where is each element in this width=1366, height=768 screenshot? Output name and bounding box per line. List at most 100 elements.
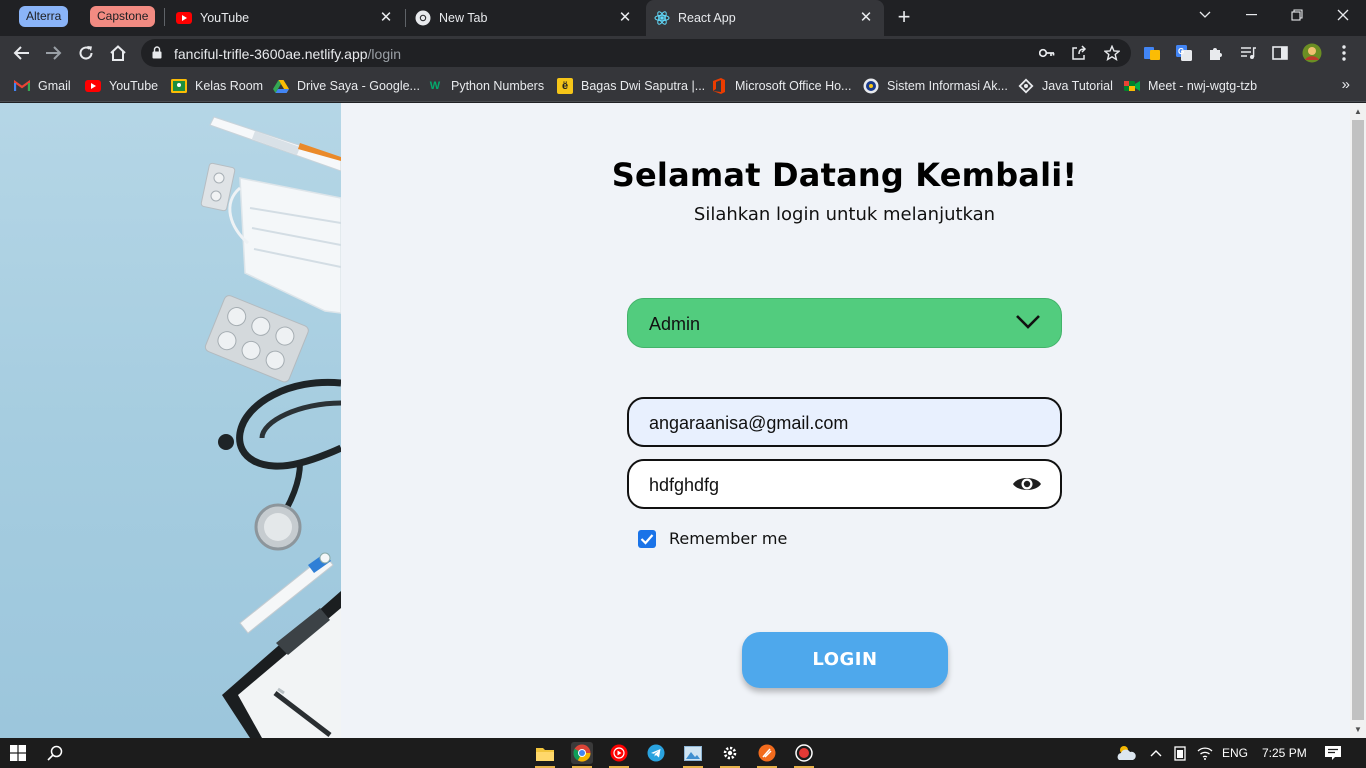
bookmark-office[interactable]: Microsoft Office Ho... — [711, 77, 851, 95]
url-text[interactable]: fanciful-trifle-3600ae.netlify.app/login — [174, 46, 401, 62]
e-icon: ë — [557, 78, 573, 94]
chrome-icon — [415, 10, 431, 26]
youtube-icon — [176, 10, 192, 26]
bookmark-label: Kelas Room — [195, 79, 264, 93]
page-title: Selamat Datang Kembali! — [611, 156, 1078, 194]
lock-icon[interactable] — [152, 46, 162, 64]
blister-pack-illustration — [204, 295, 309, 383]
scroll-down-icon[interactable]: ▼ — [1354, 725, 1362, 734]
search-icon[interactable] — [44, 742, 66, 764]
windows-start-icon[interactable] — [7, 742, 29, 764]
react-icon — [654, 10, 670, 26]
email-input[interactable] — [649, 411, 989, 435]
weather-icon[interactable] — [1115, 742, 1137, 764]
eye-icon[interactable] — [1012, 474, 1042, 499]
wifi-icon[interactable] — [1194, 742, 1216, 764]
address-bar[interactable]: fanciful-trifle-3600ae.netlify.app/login — [141, 39, 1131, 67]
bookmark-youtube[interactable]: YouTube — [85, 77, 158, 95]
tab-title: New Tab — [439, 11, 488, 25]
notification-icon[interactable] — [1322, 742, 1344, 764]
medical-hero-image — [0, 103, 341, 738]
back-button[interactable] — [8, 40, 34, 66]
tab-new-tab[interactable]: New Tab ✕ — [407, 0, 643, 36]
email-field[interactable] — [627, 397, 1062, 447]
side-panel-icon[interactable] — [1270, 43, 1290, 63]
bookmark-meet[interactable]: Meet - nwj-wgtg-tzb — [1124, 77, 1257, 95]
login-button[interactable]: LOGIN — [742, 632, 948, 688]
remember-me[interactable]: Remember me — [638, 529, 787, 548]
password-field[interactable] — [627, 459, 1062, 509]
scrollbar[interactable]: ▲ ▼ — [1350, 103, 1366, 738]
bookmark-python-numbers[interactable]: W Python Numbers — [427, 77, 544, 95]
bookmark-label: YouTube — [109, 79, 159, 93]
login-panel: Selamat Datang Kembali! Silahkan login u… — [341, 103, 1350, 738]
browser-toolbar: fanciful-trifle-3600ae.netlify.app/login… — [0, 36, 1366, 70]
youtube-music-icon[interactable] — [608, 742, 630, 768]
tab-search-icon[interactable] — [1182, 0, 1228, 30]
chevron-down-icon[interactable] — [1015, 314, 1041, 335]
role-select[interactable]: Admin — [627, 298, 1062, 348]
tab-group-capstone[interactable]: Capstone — [90, 6, 156, 27]
tab-group-alterra[interactable]: Alterra — [19, 6, 69, 27]
settings-icon[interactable] — [719, 742, 741, 768]
reload-button[interactable] — [73, 40, 99, 66]
tab-react-app[interactable]: React App ✕ — [646, 0, 884, 36]
scroll-up-icon[interactable]: ▲ — [1354, 107, 1362, 116]
bookmark-bagas[interactable]: ë Bagas Dwi Saputra |... — [557, 77, 705, 95]
windows-taskbar: ENG 7:25 PM — [0, 738, 1366, 768]
remember-label: Remember me — [669, 529, 788, 548]
bookmark-label: Drive Saya - Google... — [297, 79, 420, 93]
key-icon[interactable] — [1038, 45, 1056, 61]
photos-icon[interactable] — [682, 742, 704, 768]
home-button[interactable] — [105, 40, 131, 66]
close-icon[interactable]: ✕ — [378, 10, 394, 26]
bookmark-gmail[interactable]: Gmail — [14, 77, 71, 95]
tab-youtube[interactable]: YouTube ✕ — [168, 0, 404, 36]
language-indicator[interactable]: ENG — [1222, 746, 1248, 760]
app-orange-icon[interactable] — [756, 742, 778, 768]
battery-icon[interactable] — [1169, 742, 1191, 764]
bookmark-kelas-room[interactable]: Kelas Room — [171, 77, 263, 95]
classroom-icon — [171, 78, 187, 94]
stethoscope-illustration — [218, 378, 341, 551]
tab-title: YouTube — [200, 11, 250, 25]
close-icon[interactable]: ✕ — [858, 10, 874, 26]
gmail-icon — [14, 78, 30, 94]
chrome-icon[interactable] — [571, 742, 593, 768]
star-icon[interactable] — [1103, 45, 1121, 61]
avatar[interactable] — [1302, 43, 1322, 63]
chevron-up-icon[interactable] — [1145, 742, 1167, 764]
chevron-right-icon[interactable]: » — [1342, 76, 1350, 93]
bookmark-drive[interactable]: Drive Saya - Google... — [273, 77, 420, 95]
bookmark-sistem-informasi[interactable]: Sistem Informasi Ak... — [863, 77, 1008, 95]
puzzle-icon[interactable] — [1206, 43, 1226, 63]
close-icon[interactable]: ✕ — [617, 10, 633, 26]
forward-button[interactable] — [41, 40, 67, 66]
password-input[interactable] — [649, 473, 989, 497]
share-icon[interactable] — [1070, 45, 1088, 61]
menu-icon[interactable] — [1334, 43, 1354, 63]
new-tab-button[interactable]: + — [893, 6, 915, 28]
telegram-icon[interactable] — [645, 742, 667, 764]
screen-recorder-icon[interactable] — [793, 742, 815, 768]
role-select-value: Admin — [649, 314, 701, 334]
youtube-icon — [85, 78, 101, 94]
url-host: fanciful-trifle-3600ae.netlify.app — [174, 46, 368, 62]
restore-button[interactable] — [1274, 0, 1320, 30]
extension-icon[interactable] — [1142, 43, 1162, 63]
url-path: /login — [367, 46, 401, 62]
remember-checkbox[interactable] — [638, 529, 656, 548]
minimize-button[interactable] — [1228, 0, 1274, 30]
page-subtitle: Silahkan login untuk melanjutkan — [693, 204, 996, 225]
translate-icon[interactable]: G — [1174, 43, 1194, 63]
scrollbar-thumb[interactable] — [1352, 120, 1364, 720]
bookmark-label: Meet - nwj-wgtg-tzb — [1148, 79, 1258, 93]
media-icon[interactable] — [1238, 43, 1258, 63]
bookmark-label: Microsoft Office Ho... — [735, 79, 852, 93]
close-window-button[interactable] — [1320, 0, 1366, 30]
clock[interactable]: 7:25 PM — [1262, 746, 1307, 760]
bookmark-java-tutorial[interactable]: Java Tutorial — [1018, 77, 1113, 95]
tab-strip: Alterra Capstone YouTube ✕ New Tab ✕ Rea… — [0, 0, 1366, 36]
file-explorer-icon[interactable] — [534, 742, 556, 768]
bookmark-label: Bagas Dwi Saputra |... — [581, 79, 706, 93]
